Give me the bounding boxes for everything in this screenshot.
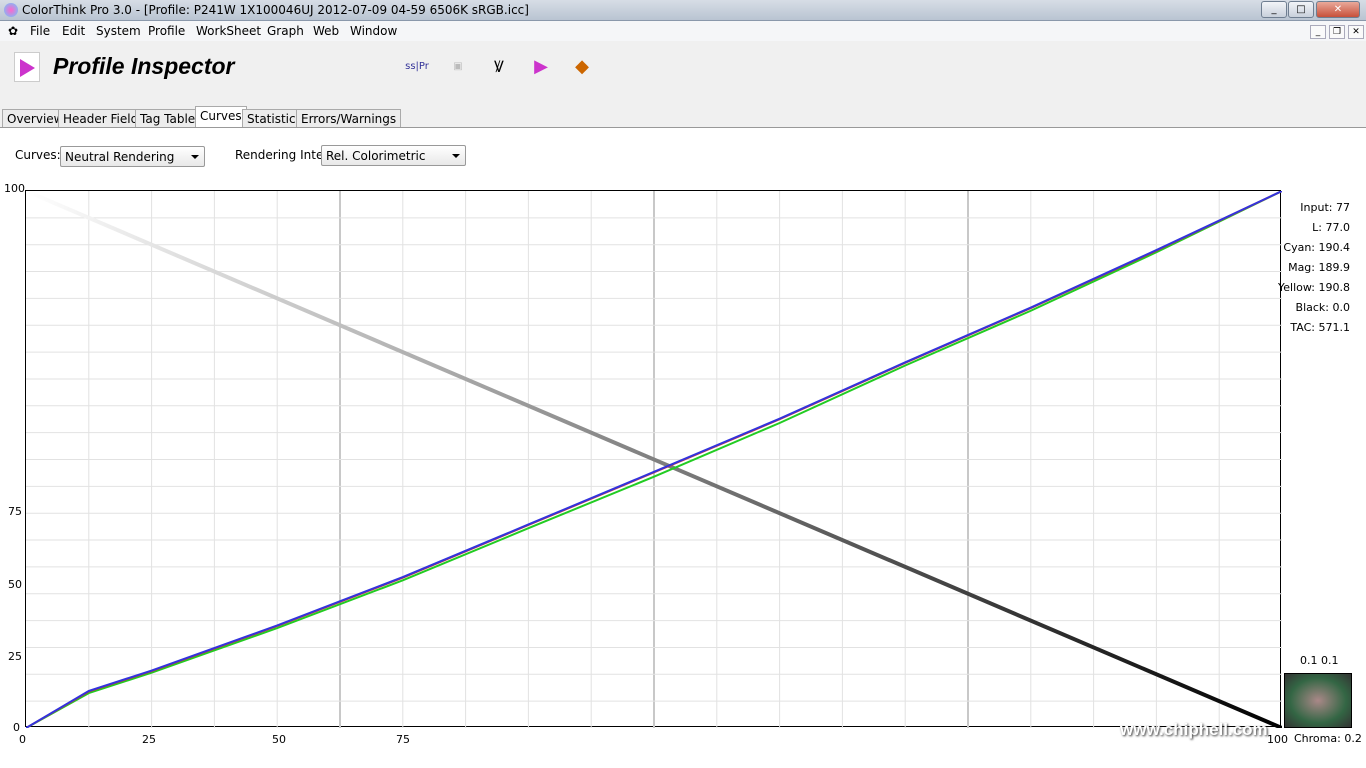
tab-tag-table[interactable]: Tag Table	[135, 109, 201, 128]
readout-label: Cyan:	[1283, 241, 1315, 254]
x-tick-100: 100	[1267, 733, 1288, 746]
profile-logo-icon	[14, 52, 40, 82]
readout-row: Mag: 189.9	[1288, 261, 1350, 274]
readout-value: 571.1	[1318, 321, 1351, 334]
x-tick-25: 25	[142, 733, 156, 746]
menu-window[interactable]: Window	[350, 24, 397, 38]
y-tick-100: 100	[4, 182, 25, 195]
gamut-icon[interactable]: ss|Pr	[404, 54, 430, 80]
readout-value: 190.8	[1318, 281, 1351, 294]
mdi-close-button[interactable]: ✕	[1348, 25, 1364, 39]
close-button[interactable]: ✕	[1316, 1, 1360, 18]
chevron-down-icon	[191, 155, 199, 159]
x-tick-50: 50	[272, 733, 286, 746]
y-tick-75: 75	[8, 505, 22, 518]
readout-label: Input:	[1300, 201, 1333, 214]
chroma-label: Chroma: 0.2	[1294, 732, 1362, 745]
readout-label: L:	[1312, 221, 1322, 234]
window-title: ColorThink Pro 3.0 - [Profile: P241W 1X1…	[22, 3, 529, 17]
readout-row: L: 77.0	[1312, 221, 1350, 234]
menu-web[interactable]: Web	[313, 24, 339, 38]
gamut-3d-icon[interactable]: ◆	[569, 54, 595, 80]
chroma-plot	[1284, 673, 1352, 728]
readout-value: 190.4	[1318, 241, 1351, 254]
tab-errors-warnings[interactable]: Errors/Warnings	[296, 109, 402, 128]
readout-row: Input: 77	[1300, 201, 1350, 214]
readout-row: Yellow: 190.8	[1278, 281, 1350, 294]
curves-select[interactable]: Neutral Rendering	[60, 146, 205, 167]
curves-chart	[25, 189, 1283, 730]
watermark: www.chiphell.com	[1120, 720, 1268, 739]
curves-select-value: Neutral Rendering	[65, 150, 175, 164]
x-tick-0: 0	[19, 733, 26, 746]
mdi-minimize-button[interactable]: _	[1310, 25, 1326, 39]
page-title: Profile Inspector	[53, 53, 235, 79]
convert-icon[interactable]: ▣	[445, 54, 471, 80]
rendering-intent-value: Rel. Colorimetric	[326, 149, 426, 163]
mdi-restore-button[interactable]: ❐	[1329, 25, 1345, 39]
readout-value: 77	[1336, 201, 1350, 214]
maximize-button[interactable]: □	[1288, 1, 1314, 18]
readout-value: 77.0	[1325, 221, 1351, 234]
readout-label: Mag:	[1288, 261, 1315, 274]
menu-graph[interactable]: Graph	[267, 24, 304, 38]
rendering-intent-select[interactable]: Rel. Colorimetric	[321, 145, 466, 166]
profile-check-icon[interactable]: Ꝟ	[486, 54, 512, 80]
chroma-scale: 0.1 0.1	[1300, 654, 1339, 667]
y-tick-50: 50	[8, 578, 22, 591]
chevron-down-icon	[452, 154, 460, 158]
app-menu-icon[interactable]: ✿	[8, 24, 18, 38]
y-tick-25: 25	[8, 650, 22, 663]
menu-system[interactable]: System	[96, 24, 141, 38]
readout-value: 189.9	[1318, 261, 1351, 274]
readout-row: Black: 0.0	[1296, 301, 1350, 314]
readout-label: Yellow:	[1278, 281, 1315, 294]
readout-label: Black:	[1295, 301, 1329, 314]
app-icon	[4, 3, 18, 17]
menu-bar: ✿ File Edit System Profile WorkSheet Gra…	[0, 21, 1366, 41]
x-tick-75: 75	[396, 733, 410, 746]
menu-file[interactable]: File	[30, 24, 50, 38]
menu-profile[interactable]: Profile	[148, 24, 185, 38]
tab-curves[interactable]: Curves	[195, 106, 247, 128]
gamut-2d-icon[interactable]: ▶	[528, 54, 554, 80]
menu-edit[interactable]: Edit	[62, 24, 85, 38]
title-bar: ColorThink Pro 3.0 - [Profile: P241W 1X1…	[0, 0, 1366, 21]
curves-label: Curves:	[15, 148, 61, 162]
readout-row: TAC: 571.1	[1290, 321, 1350, 334]
readout-label: TAC:	[1290, 321, 1315, 334]
readout-row: Cyan: 190.4	[1283, 241, 1350, 254]
minimize-button[interactable]: _	[1261, 1, 1287, 18]
menu-worksheet[interactable]: WorkSheet	[196, 24, 261, 38]
readout-value: 0.0	[1332, 301, 1351, 314]
curves-plot[interactable]	[25, 189, 1283, 730]
